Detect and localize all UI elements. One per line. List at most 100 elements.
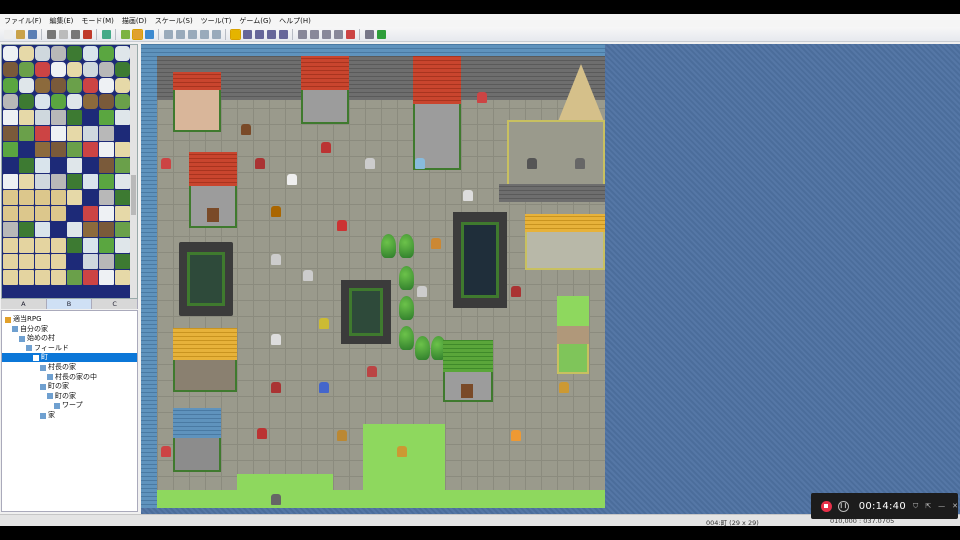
map-event-character[interactable] — [477, 92, 487, 103]
toolbar-tool-icon[interactable] — [102, 30, 111, 39]
map-event-character[interactable] — [161, 158, 171, 169]
palette-tile[interactable] — [83, 270, 98, 285]
map-event-character[interactable] — [271, 254, 281, 265]
map-event-character[interactable] — [255, 158, 265, 169]
toolbar-tool-icon[interactable] — [28, 30, 37, 39]
palette-tile[interactable] — [83, 254, 98, 269]
palette-tile[interactable] — [99, 94, 114, 109]
palette-tile[interactable] — [67, 222, 82, 237]
map-tree-item[interactable]: 町の家 — [47, 392, 76, 401]
palette-tile[interactable] — [115, 94, 130, 109]
palette-tile[interactable] — [115, 62, 130, 77]
palette-tile[interactable] — [19, 270, 34, 285]
palette-tile[interactable] — [115, 78, 130, 93]
palette-tile[interactable] — [83, 94, 98, 109]
toolbar-tool-icon[interactable] — [322, 30, 331, 39]
toolbar-tool-icon[interactable] — [176, 30, 185, 39]
pond-center[interactable] — [349, 288, 383, 336]
map-tree-item[interactable]: 家 — [40, 411, 55, 420]
map-event-character[interactable] — [321, 142, 331, 153]
tree[interactable] — [399, 234, 414, 258]
map-event-character[interactable] — [559, 382, 569, 393]
map-event-character[interactable] — [319, 318, 329, 329]
palette-tile[interactable] — [99, 174, 114, 189]
palette-tile[interactable] — [19, 190, 34, 205]
map-event-character[interactable] — [397, 446, 407, 457]
palette-tile[interactable] — [99, 238, 114, 253]
palette-tile[interactable] — [19, 46, 34, 61]
map-tree-item[interactable]: 始めの村 — [19, 334, 55, 343]
palette-tile[interactable] — [99, 142, 114, 157]
toolbar-tool-icon[interactable] — [47, 30, 56, 39]
tab-c[interactable]: C — [92, 299, 138, 309]
palette-tile[interactable] — [83, 126, 98, 141]
toolbar-tool-icon[interactable] — [133, 30, 142, 39]
palette-tile[interactable] — [19, 158, 34, 173]
palette-tile[interactable] — [67, 174, 82, 189]
toolbar-tool-icon[interactable] — [212, 30, 221, 39]
palette-tile[interactable] — [19, 126, 34, 141]
map-event-character[interactable] — [511, 286, 521, 297]
close-icon[interactable]: ✕ — [952, 502, 958, 510]
map-event-character[interactable] — [417, 286, 427, 297]
plaza-northeast[interactable] — [507, 120, 605, 194]
house-door[interactable] — [461, 384, 473, 398]
palette-tile[interactable] — [3, 222, 18, 237]
map-event-character[interactable] — [463, 190, 473, 201]
palette-tile[interactable] — [67, 126, 82, 141]
palette-tile[interactable] — [115, 206, 130, 221]
menu-item-7[interactable]: ヘルプ(H) — [275, 16, 315, 26]
roof-yellow[interactable] — [525, 214, 605, 232]
palette-tile[interactable] — [51, 110, 66, 125]
menu-item-2[interactable]: モード(M) — [77, 16, 118, 26]
town-map[interactable] — [141, 44, 605, 508]
stone-fence[interactable] — [499, 184, 605, 202]
tree[interactable] — [399, 296, 414, 320]
toolbar-tool-icon[interactable] — [310, 30, 319, 39]
tree[interactable] — [415, 336, 430, 360]
grass-south[interactable] — [157, 490, 605, 508]
palette-tile[interactable] — [3, 142, 18, 157]
roof-red[interactable] — [301, 56, 349, 90]
palette-tile[interactable] — [19, 94, 34, 109]
map-event-character[interactable] — [415, 158, 425, 169]
toolbar-tool-icon[interactable] — [71, 30, 80, 39]
palette-tile[interactable] — [35, 62, 50, 77]
map-tree-item[interactable]: 町 — [2, 353, 138, 362]
pond-left[interactable] — [187, 252, 225, 306]
map-event-character[interactable] — [271, 206, 281, 217]
toolbar-tool-icon[interactable] — [255, 30, 264, 39]
toolbar-tool-icon[interactable] — [267, 30, 276, 39]
palette-tile[interactable] — [99, 126, 114, 141]
map-event-character[interactable] — [365, 158, 375, 169]
record-pause-button[interactable]: ❙❙ — [838, 501, 849, 512]
grass-path[interactable] — [237, 474, 333, 490]
palette-tile[interactable] — [35, 254, 50, 269]
map-tree-item[interactable]: ワープ — [54, 401, 83, 410]
map-event-character[interactable] — [161, 446, 171, 457]
palette-tile[interactable] — [67, 142, 82, 157]
tileset-palette[interactable] — [1, 44, 138, 299]
toolbar-tool-icon[interactable] — [231, 30, 240, 39]
toolbar-tool-icon[interactable] — [377, 30, 386, 39]
palette-tile[interactable] — [51, 94, 66, 109]
palette-tile[interactable] — [83, 46, 98, 61]
toolbar-tool-icon[interactable] — [346, 30, 355, 39]
palette-tile[interactable] — [83, 238, 98, 253]
tree[interactable] — [399, 266, 414, 290]
toolbar-tool-icon[interactable] — [83, 30, 92, 39]
palette-tile[interactable] — [35, 190, 50, 205]
palette-tile[interactable] — [19, 78, 34, 93]
map-canvas[interactable] — [141, 44, 960, 514]
roof-yellow[interactable] — [173, 328, 237, 360]
map-event-character[interactable] — [287, 174, 297, 185]
toolbar-tool-icon[interactable] — [121, 30, 130, 39]
palette-tile[interactable] — [115, 254, 130, 269]
toolbar-tool-icon[interactable] — [188, 30, 197, 39]
palette-tile[interactable] — [67, 238, 82, 253]
palette-scrollbar[interactable] — [130, 45, 137, 298]
palette-tile[interactable] — [3, 270, 18, 285]
palette-tile[interactable] — [83, 174, 98, 189]
palette-tile[interactable] — [35, 222, 50, 237]
palette-tile[interactable] — [115, 238, 130, 253]
